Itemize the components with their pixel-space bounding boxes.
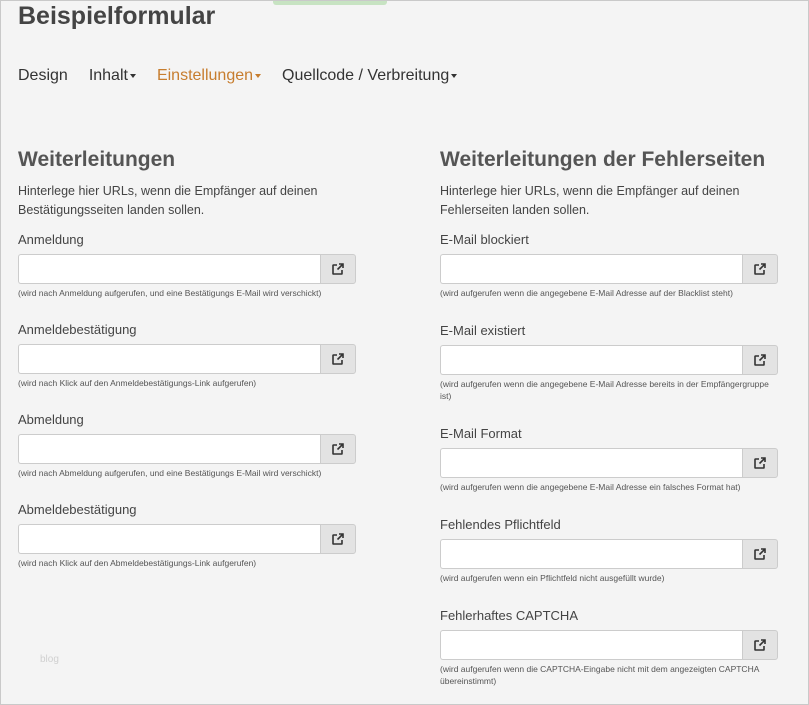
field-label-e-mail-blockiert: E-Mail blockiert (440, 232, 529, 247)
nav-item-label: Quellcode / Verbreitung (282, 67, 450, 84)
field-hint-abmeldebestaetigung: (wird nach Klick auf den Abmeldebestätig… (18, 558, 257, 568)
url-input-anmeldebestaetigung[interactable] (18, 344, 320, 374)
input-group-e-mail-existiert (440, 345, 778, 375)
input-group-abmeldebestaetigung (18, 524, 356, 554)
redirects-section: Weiterleitungen Hinterlege hier URLs, we… (18, 146, 358, 569)
external-link-icon (331, 352, 345, 366)
field-label-e-mail-existiert: E-Mail existiert (440, 323, 526, 338)
main-nav: Design Inhalt Einstellungen Quellcode / Ver… (18, 65, 478, 87)
page-title: Beispielformular (18, 2, 216, 30)
nav-item-label: Inhalt (88, 67, 128, 84)
url-input-e-mail-blockiert[interactable] (440, 254, 742, 284)
external-link-icon (331, 262, 345, 276)
open-link-button-e-mail-existiert[interactable] (742, 345, 778, 375)
nav-item-label: Design (18, 67, 68, 84)
field-hint-e-mail-format: (wird aufgerufen wenn die angegebene E-M… (440, 482, 741, 492)
field-fehlerhaftes-captcha: Fehlerhaftes CAPTCHA (wird aufgerufen wen… (440, 606, 780, 687)
open-link-button-e-mail-blockiert[interactable] (742, 254, 778, 284)
input-group-anmeldung (18, 254, 356, 284)
url-input-e-mail-format[interactable] (440, 448, 742, 478)
caret-down-icon (129, 73, 136, 78)
nav-item-einstellungen[interactable]: Einstellungen (156, 65, 262, 87)
open-link-button-abmeldung[interactable] (320, 434, 356, 464)
input-group-abmeldung (18, 434, 356, 464)
field-anmeldung: Anmeldung (wird nach Anmeldung aufgerufen… (18, 230, 358, 299)
nav-item-design[interactable]: Design (18, 65, 68, 87)
url-input-anmeldung[interactable] (18, 254, 320, 284)
field-hint-fehlerhaftes-captcha: (wird aufgerufen wenn die CAPTCHA-Eingab… (440, 664, 759, 686)
field-label-fehlendes-pflichtfeld: Fehlendes Pflichtfeld (440, 517, 561, 532)
field-label-anmeldung: Anmeldung (18, 232, 84, 247)
url-input-abmeldebestaetigung[interactable] (18, 524, 320, 554)
input-group-e-mail-blockiert (440, 254, 778, 284)
error-redirects-section: Weiterleitungen der Fehlerseiten Hinterl… (440, 146, 780, 687)
field-hint-anmeldung: (wird nach Anmeldung aufgerufen, und ein… (18, 288, 322, 298)
field-e-mail-existiert: E-Mail existiert (wird aufgerufen wenn di… (440, 321, 780, 402)
nav-item-label: Einstellungen (156, 67, 254, 84)
field-hint-e-mail-existiert: (wird aufgerufen wenn die angegebene E-M… (440, 379, 769, 401)
external-link-icon (331, 442, 345, 456)
open-link-button-fehlendes-pflichtfeld[interactable] (742, 539, 778, 569)
caret-down-icon (451, 73, 458, 78)
field-label-anmeldebestaetigung: Anmeldebestätigung (18, 322, 137, 337)
field-hint-anmeldebestaetigung: (wird nach Klick auf den Anmeldebestätig… (18, 378, 257, 388)
url-input-e-mail-existiert[interactable] (440, 345, 742, 375)
field-hint-fehlendes-pflichtfeld: (wird aufgerufen wenn ein Pflichtfeld ni… (440, 573, 665, 583)
section-description-error-redirects: Hinterlege hier URLs, wenn die Empfänger… (440, 184, 740, 217)
external-link-icon (753, 638, 767, 652)
field-anmeldebestaetigung: Anmeldebestätigung (wird nach Klick auf d… (18, 320, 358, 389)
field-label-abmeldebestaetigung: Abmeldebestätigung (18, 502, 137, 517)
field-label-abmeldung: Abmeldung (18, 412, 84, 427)
open-link-button-e-mail-format[interactable] (742, 448, 778, 478)
external-link-icon (753, 456, 767, 470)
field-label-e-mail-format: E-Mail Format (440, 426, 522, 441)
nav-item-quellcode-verbreitung[interactable]: Quellcode / Verbreitung (282, 65, 458, 87)
input-group-anmeldebestaetigung (18, 344, 356, 374)
field-abmeldebestaetigung: Abmeldebestätigung (wird nach Klick auf d… (18, 500, 358, 569)
caret-down-icon (255, 73, 262, 78)
input-group-fehlendes-pflichtfeld (440, 539, 778, 569)
external-link-icon (753, 353, 767, 367)
section-title-redirects: Weiterleitungen (18, 148, 176, 171)
nav-item-inhalt[interactable]: Inhalt (89, 65, 136, 87)
watermark: blog (40, 654, 59, 665)
url-input-fehlendes-pflichtfeld[interactable] (440, 539, 742, 569)
external-link-icon (753, 547, 767, 561)
external-link-icon (753, 262, 767, 276)
url-input-fehlerhaftes-captcha[interactable] (440, 630, 742, 660)
field-abmeldung: Abmeldung (wird nach Abmeldung aufgerufen… (18, 410, 358, 479)
field-hint-abmeldung: (wird nach Abmeldung aufgerufen, und ein… (18, 468, 322, 478)
url-input-abmeldung[interactable] (18, 434, 320, 464)
field-label-fehlerhaftes-captcha: Fehlerhaftes CAPTCHA (440, 608, 578, 623)
external-link-icon (331, 532, 345, 546)
field-e-mail-format: E-Mail Format (wird aufgerufen wenn die a… (440, 424, 780, 493)
field-e-mail-blockiert: E-Mail blockiert (wird aufgerufen wenn di… (440, 230, 780, 299)
open-link-button-fehlerhaftes-captcha[interactable] (742, 630, 778, 660)
top-accent-bar (273, 1, 387, 5)
field-hint-e-mail-blockiert: (wird aufgerufen wenn die angegebene E-M… (440, 288, 733, 298)
open-link-button-anmeldung[interactable] (320, 254, 356, 284)
field-fehlendes-pflichtfeld: Fehlendes Pflichtfeld (wird aufgerufen we… (440, 515, 780, 584)
input-group-e-mail-format (440, 448, 778, 478)
open-link-button-anmeldebestaetigung[interactable] (320, 344, 356, 374)
error-redirect-fields: E-Mail blockiert (wird aufgerufen wenn di… (440, 230, 780, 687)
input-group-fehlerhaftes-captcha (440, 630, 778, 660)
open-link-button-abmeldebestaetigung[interactable] (320, 524, 356, 554)
section-title-error-redirects: Weiterleitungen der Fehlerseiten (440, 148, 766, 171)
section-description-redirects: Hinterlege hier URLs, wenn die Empfänger… (18, 184, 318, 217)
redirect-fields: Anmeldung (wird nach Anmeldung aufgerufen… (18, 230, 358, 569)
